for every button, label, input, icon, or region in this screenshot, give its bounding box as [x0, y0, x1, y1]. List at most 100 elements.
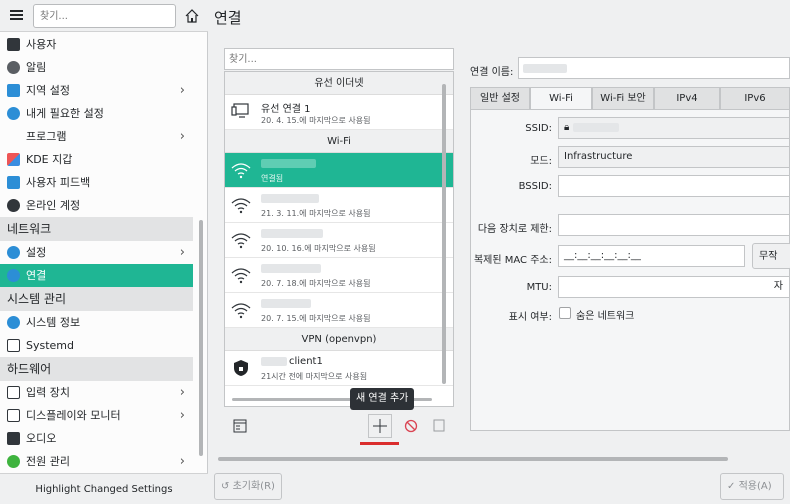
- sidebar-item-label: 오디오: [26, 432, 57, 445]
- wifi-icon: [231, 198, 251, 214]
- connection-item-vpn[interactable]: client1 21시간 전에 마지막으로 사용됨: [225, 351, 453, 386]
- sidebar-item-input-devices[interactable]: 입력 장치 ›: [0, 381, 193, 404]
- sidebar-item-network-settings[interactable]: 설정 ›: [0, 241, 193, 264]
- sidebar-category-network: 네트워크: [0, 217, 193, 241]
- tab-ipv4[interactable]: IPv4: [654, 87, 720, 109]
- highlight-changed-settings-button[interactable]: Highlight Changed Settings: [0, 473, 208, 504]
- sidebar-item-label: 사용자: [26, 38, 57, 51]
- wired-network-icon: [231, 103, 249, 118]
- apply-button[interactable]: ✓ 적용(A): [720, 473, 784, 500]
- connections-icon: [7, 269, 20, 282]
- connection-list: 유선 이더넷 유선 연결 1 20. 4. 15.에 마지막으로 사용됨 Wi-…: [224, 71, 454, 407]
- connection-item-wifi[interactable]: 20. 7. 15.에 마지막으로 사용됨: [225, 293, 453, 328]
- info-icon: [7, 316, 20, 329]
- sidebar-item-label: Systemd: [26, 339, 75, 352]
- highlight-underline: [360, 442, 399, 445]
- reset-button[interactable]: ↺ 초기화(R): [214, 473, 282, 500]
- page-title: 연결: [214, 9, 242, 27]
- feedback-icon: [7, 176, 20, 189]
- connection-name: 유선 연결 1: [261, 104, 311, 115]
- connection-last-used: 21시간 전에 마지막으로 사용됨: [261, 372, 368, 381]
- vpn-shield-icon: [234, 360, 248, 376]
- connection-name-field[interactable]: [518, 57, 790, 79]
- sidebar-item-notifications[interactable]: 알림: [0, 56, 193, 79]
- hidden-network-checkbox[interactable]: [559, 307, 571, 319]
- group-header-wifi: Wi-Fi: [225, 130, 453, 153]
- sidebar-item-regional-settings[interactable]: 지역 설정 ›: [0, 79, 193, 102]
- tooltip-add-connection: 새 연결 추가: [350, 388, 415, 410]
- sidebar-item-accessibility[interactable]: 내게 필요한 설정: [0, 102, 193, 125]
- connection-item-wifi[interactable]: 21. 3. 11.에 마지막으로 사용됨: [225, 188, 453, 223]
- horizontal-scrollbar[interactable]: [218, 457, 728, 461]
- ssid-label: SSID:: [525, 123, 552, 134]
- sidebar-item-audio[interactable]: 오디오: [0, 427, 193, 450]
- sidebar-item-label: 내게 필요한 설정: [26, 107, 104, 120]
- checkmark-icon: ✓: [727, 481, 736, 492]
- sidebar-item-power[interactable]: 전원 관리 ›: [0, 450, 193, 473]
- chevron-right-icon: ›: [179, 408, 185, 423]
- sidebar-item-online-accounts[interactable]: 온라인 계정: [0, 194, 193, 217]
- configure-list-icon[interactable]: [231, 417, 249, 435]
- connection-list-scrollbar[interactable]: [442, 84, 446, 384]
- random-mac-button[interactable]: 무작: [752, 243, 790, 269]
- sidebar-search-input[interactable]: [33, 4, 176, 28]
- connection-item-wired[interactable]: 유선 연결 1 20. 4. 15.에 마지막으로 사용됨: [225, 95, 453, 130]
- bssid-field[interactable]: [558, 175, 790, 197]
- group-header-wired: 유선 이더넷: [225, 72, 453, 95]
- chevron-right-icon: ›: [179, 129, 185, 144]
- connection-name: [261, 298, 313, 309]
- tab-wifi-security[interactable]: Wi-Fi 보안: [592, 87, 654, 109]
- sidebar-item-connections[interactable]: 연결: [0, 264, 193, 287]
- network-settings-icon: [7, 246, 20, 259]
- connection-item-wifi[interactable]: 연결됨: [225, 153, 453, 188]
- cloned-mac-field[interactable]: __:__:__:__:__:__: [558, 245, 745, 267]
- wifi-icon: [231, 268, 251, 284]
- sidebar-item-label: KDE 지갑: [26, 153, 73, 166]
- sidebar-item-kde-wallet[interactable]: KDE 지갑: [0, 148, 193, 171]
- home-icon[interactable]: [184, 8, 200, 24]
- connection-last-used: 20. 7. 18.에 마지막으로 사용됨: [261, 279, 371, 288]
- sidebar-item-applications[interactable]: 프로그램 ›: [0, 125, 193, 148]
- hamburger-menu-icon[interactable]: [10, 10, 23, 21]
- sidebar-item-label: 사용자 피드백: [26, 176, 91, 189]
- sidebar-scrollbar[interactable]: [199, 220, 203, 456]
- tab-wifi[interactable]: Wi-Fi: [530, 87, 592, 110]
- group-header-vpn: VPN (openvpn): [225, 328, 453, 351]
- restrict-device-combobox[interactable]: [558, 214, 790, 236]
- reset-label: 초기화(R): [232, 481, 275, 492]
- sidebar-item-users[interactable]: 사용자: [0, 33, 193, 56]
- connection-name-label: 연결 이름:: [470, 67, 514, 78]
- connection-name: [261, 158, 318, 169]
- tab-ipv6[interactable]: IPv6: [720, 87, 790, 109]
- connection-last-used: 20. 10. 16.에 마지막으로 사용됨: [261, 244, 376, 253]
- undo-icon: ↺: [221, 481, 230, 492]
- region-icon: [7, 84, 20, 97]
- chevron-right-icon: ›: [179, 83, 185, 98]
- sidebar-category-system: 시스템 관리: [0, 287, 193, 311]
- display-icon: [7, 409, 20, 422]
- ssid-combobox[interactable]: 🔒︎: [558, 117, 790, 139]
- export-connection-icon[interactable]: [430, 417, 448, 435]
- sidebar-item-system-info[interactable]: 시스템 정보: [0, 311, 193, 334]
- chevron-right-icon: ›: [179, 245, 185, 260]
- connection-item-wifi[interactable]: 20. 7. 18.에 마지막으로 사용됨: [225, 258, 453, 293]
- sidebar-item-systemd[interactable]: Systemd: [0, 334, 193, 357]
- connection-status: 연결됨: [261, 174, 284, 183]
- remove-connection-icon[interactable]: [402, 417, 420, 435]
- online-accounts-icon: [7, 199, 20, 212]
- wifi-icon: [231, 163, 251, 179]
- systemd-icon: [7, 339, 20, 352]
- connection-item-wifi[interactable]: 20. 10. 16.에 마지막으로 사용됨: [225, 223, 453, 258]
- sidebar-toolbar: [0, 0, 208, 32]
- mtu-spinbox[interactable]: 자: [558, 276, 790, 298]
- sidebar-item-display[interactable]: 디스플레이와 모니터 ›: [0, 404, 193, 427]
- connection-last-used: 20. 4. 15.에 마지막으로 사용됨: [261, 116, 371, 125]
- sidebar: 사용자 알림 지역 설정 › 내게 필요한 설정 프로그램 › KDE 지갑 사…: [0, 0, 208, 504]
- tab-general[interactable]: 일반 설정: [470, 87, 530, 109]
- connection-search-input[interactable]: [224, 48, 454, 70]
- keyboard-icon: [7, 386, 20, 399]
- mode-combobox[interactable]: Infrastructure: [558, 146, 790, 168]
- sidebar-item-user-feedback[interactable]: 사용자 피드백: [0, 171, 193, 194]
- add-connection-icon[interactable]: [368, 414, 392, 438]
- wifi-icon: [231, 233, 251, 249]
